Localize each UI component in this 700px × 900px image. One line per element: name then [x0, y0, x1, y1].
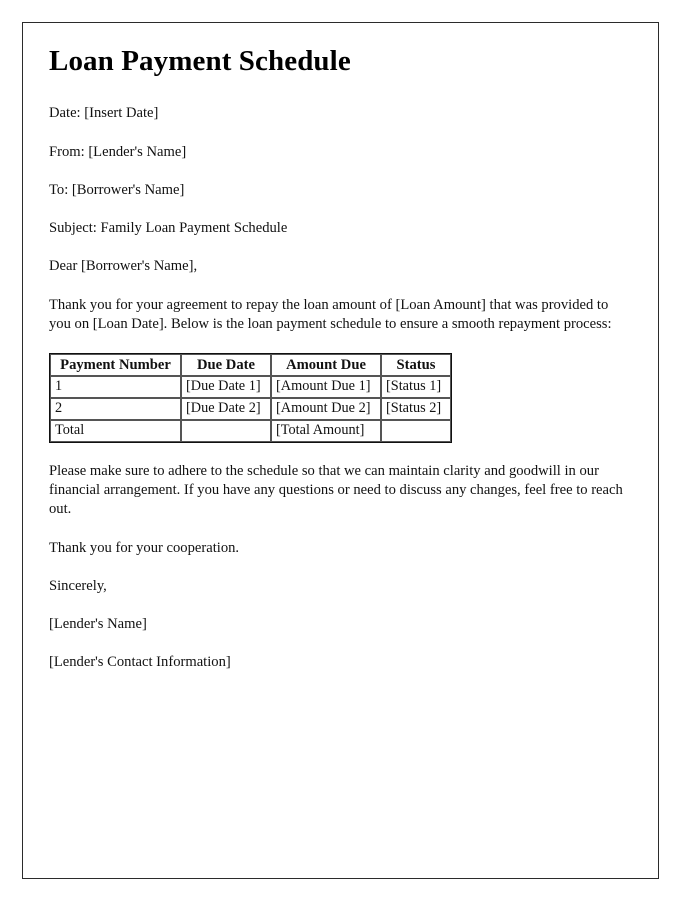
cell-total-amount: [Total Amount] — [271, 420, 381, 442]
date-line: Date: [Insert Date] — [49, 105, 159, 122]
cell-total-label: Total — [50, 420, 181, 442]
cell-total-due-date — [181, 420, 271, 442]
cell-due-date: [Due Date 2] — [181, 398, 271, 421]
table-body: 1 [Due Date 1] [Amount Due 1] [Status 1]… — [50, 376, 451, 442]
table-header: Payment Number Due Date Amount Due Statu… — [50, 354, 451, 377]
column-header-payment-number: Payment Number — [50, 354, 181, 377]
signature-name: [Lender's Name] — [49, 616, 147, 633]
payment-schedule-table: Payment Number Due Date Amount Due Statu… — [49, 353, 452, 443]
cell-amount-due: [Amount Due 1] — [271, 376, 381, 399]
payment-schedule-table-wrapper: Payment Number Due Date Amount Due Statu… — [49, 353, 636, 443]
cell-total-status — [381, 420, 451, 442]
document-body: Loan Payment Schedule Date: [Insert Date… — [49, 45, 636, 692]
salutation-line: Dear [Borrower's Name], — [49, 258, 198, 275]
table-header-row: Payment Number Due Date Amount Due Statu… — [50, 354, 451, 377]
signature-contact: [Lender's Contact Information] — [49, 654, 231, 671]
sign-off-line: Sincerely, — [49, 577, 107, 594]
intro-paragraph: Thank you for your agreement to repay th… — [49, 296, 612, 332]
column-header-due-date: Due Date — [181, 354, 271, 377]
closing-paragraph: Please make sure to adhere to the schedu… — [49, 462, 623, 518]
cell-status: [Status 1] — [381, 376, 451, 399]
thanks-line: Thank you for your cooperation. — [49, 539, 240, 556]
cell-amount-due: [Amount Due 2] — [271, 398, 381, 421]
subject-line: Subject: Family Loan Payment Schedule — [49, 220, 288, 237]
page-title: Loan Payment Schedule — [49, 45, 351, 77]
table-row: 2 [Due Date 2] [Amount Due 2] [Status 2] — [50, 398, 451, 421]
cell-payment-number: 2 — [50, 398, 181, 421]
document-page-frame: Loan Payment Schedule Date: [Insert Date… — [22, 22, 659, 879]
column-header-status: Status — [381, 354, 451, 377]
cell-due-date: [Due Date 1] — [181, 376, 271, 399]
cell-payment-number: 1 — [50, 376, 181, 399]
column-header-amount-due: Amount Due — [271, 354, 381, 377]
to-line: To: [Borrower's Name] — [49, 181, 185, 198]
table-row: 1 [Due Date 1] [Amount Due 1] [Status 1] — [50, 376, 451, 399]
table-row-total: Total [Total Amount] — [50, 420, 451, 442]
from-line: From: [Lender's Name] — [49, 143, 187, 160]
cell-status: [Status 2] — [381, 398, 451, 421]
